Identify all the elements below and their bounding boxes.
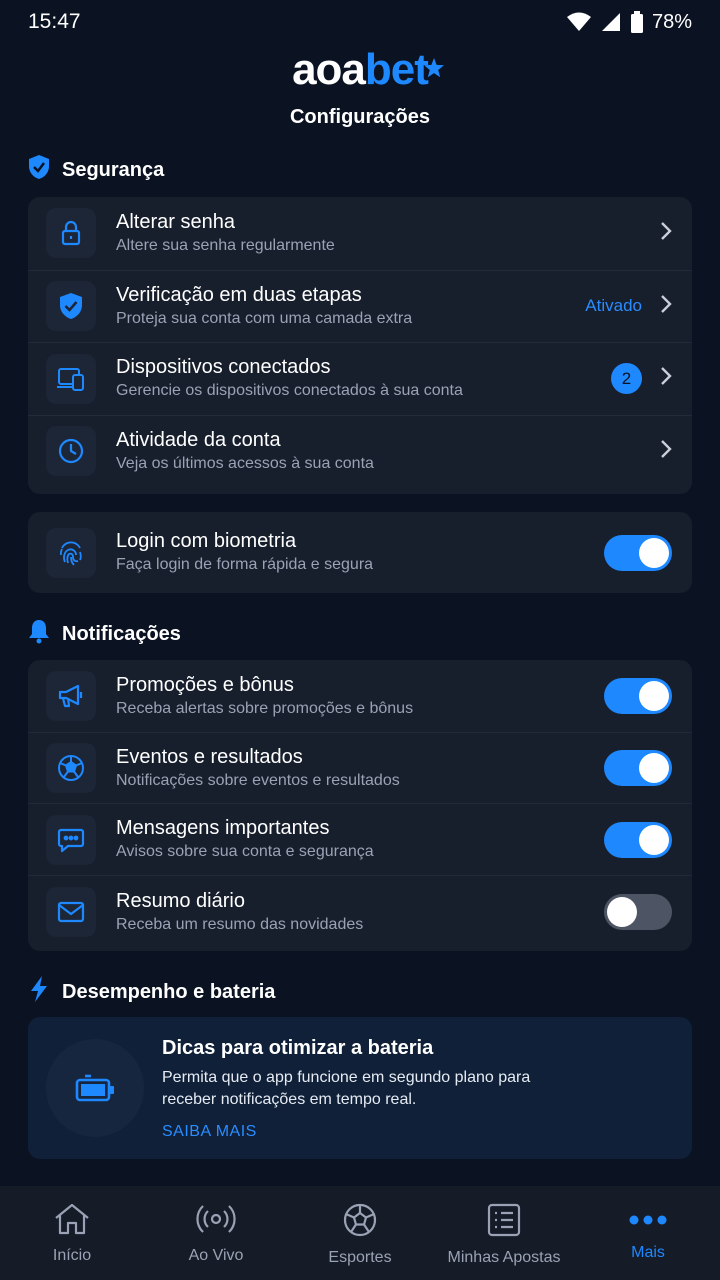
shield-check-icon xyxy=(46,281,96,332)
two-step-verification-row[interactable]: Verificação em duas etapas Proteja sua c… xyxy=(28,269,692,343)
devices-icon xyxy=(46,353,96,404)
brand-logo: aoabet xyxy=(292,45,444,94)
biometric-toggle[interactable] xyxy=(604,534,672,571)
row-title: Eventos e resultados xyxy=(116,745,303,768)
section-performance: Desempenho e bateria xyxy=(28,975,275,1009)
logo-text-accent: bet xyxy=(364,45,429,94)
row-subtitle: Gerencie os dispositivos conectados à su… xyxy=(116,382,463,400)
battery-status-icon xyxy=(630,11,644,33)
connected-devices-row[interactable]: Dispositivos conectados Gerencie os disp… xyxy=(28,342,692,415)
toggle-knob xyxy=(639,681,669,711)
row-subtitle: Receba um resumo das novidades xyxy=(116,915,364,933)
toggle-knob xyxy=(639,537,669,568)
status-label: Ativado xyxy=(585,296,642,316)
messages-toggle[interactable] xyxy=(604,821,672,858)
nav-item-home[interactable]: Início xyxy=(0,1186,144,1280)
biometric-card: Login com biometria Faça login de forma … xyxy=(28,512,692,593)
bell-icon xyxy=(28,618,50,650)
toggle-knob xyxy=(639,753,669,783)
device-count-badge: 2 xyxy=(611,363,642,395)
wifi-icon xyxy=(566,12,592,32)
brand-header: aoabet xyxy=(0,44,720,96)
nav-label: Ao Vivo xyxy=(188,1247,244,1264)
row-title: Verificação em duas etapas xyxy=(116,283,362,306)
promotions-toggle[interactable] xyxy=(604,678,672,714)
notifications-card: Promoções e bônus Receba alertas sobre p… xyxy=(28,660,692,951)
megaphone-icon xyxy=(46,671,96,721)
toggle-knob xyxy=(639,824,669,855)
important-messages-row: Mensagens importantes Avisos sobre sua c… xyxy=(28,803,692,875)
mail-icon xyxy=(46,887,96,937)
nav-label: Minhas Apostas xyxy=(447,1249,561,1266)
cellular-signal-icon xyxy=(600,12,622,32)
nav-label: Esportes xyxy=(328,1249,392,1266)
battery-percentage: 78% xyxy=(651,10,692,33)
chevron-right-icon xyxy=(660,366,672,391)
daily-summary-toggle[interactable] xyxy=(604,894,672,930)
row-subtitle: Veja os últimos acessos à sua conta xyxy=(116,454,374,472)
events-results-row: Eventos e resultados Notificações sobre … xyxy=(28,732,692,803)
account-activity-row[interactable]: Atividade da conta Veja os últimos acess… xyxy=(28,414,692,488)
lightning-icon xyxy=(28,975,50,1009)
section-title: Notificações xyxy=(62,622,181,645)
nav-item-live[interactable]: Ao Vivo xyxy=(144,1186,288,1280)
row-subtitle: Altere sua senha regularmente xyxy=(116,236,335,254)
row-subtitle: Receba alertas sobre promoções e bônus xyxy=(116,699,414,717)
clock-icon xyxy=(46,426,96,477)
chevron-right-icon xyxy=(660,221,672,246)
live-broadcast-icon xyxy=(196,1202,236,1241)
status-time: 15:47 xyxy=(28,10,81,33)
row-title: Dispositivos conectados xyxy=(116,356,331,379)
bet-slip-icon xyxy=(486,1202,522,1243)
row-title: Alterar senha xyxy=(116,210,235,233)
nav-item-sports[interactable]: Esportes xyxy=(288,1186,432,1280)
nav-label: Início xyxy=(52,1247,92,1264)
soccer-ball-icon xyxy=(342,1202,378,1243)
logo-text-primary: aoa xyxy=(292,45,366,94)
row-title: Atividade da conta xyxy=(116,428,281,451)
chevron-right-icon xyxy=(660,439,672,464)
daily-summary-row: Resumo diário Receba um resumo das novid… xyxy=(28,875,692,948)
tip-body: Permita que o app funcione em segundo pl… xyxy=(162,1069,531,1108)
promotions-row: Promoções e bônus Receba alertas sobre p… xyxy=(28,660,692,732)
events-toggle[interactable] xyxy=(604,750,672,786)
nav-item-my-bets[interactable]: Minhas Apostas xyxy=(432,1186,576,1280)
section-security: Segurança xyxy=(28,154,164,186)
row-subtitle: Proteja sua conta com uma camada extra xyxy=(116,309,413,327)
biometric-login-row: Login com biometria Faça login de forma … xyxy=(28,512,692,593)
nav-item-more[interactable]: Mais xyxy=(576,1186,720,1280)
bottom-navigation: Início Ao Vivo Esportes Minhas Apostas M… xyxy=(0,1186,720,1280)
tip-title: Dicas para otimizar a bateria xyxy=(162,1037,434,1059)
change-password-row[interactable]: Alterar senha Altere sua senha regularme… xyxy=(28,197,692,270)
home-icon xyxy=(53,1202,91,1241)
learn-more-link[interactable]: SAIBA MAIS xyxy=(162,1123,257,1141)
row-title: Resumo diário xyxy=(116,889,245,912)
shield-check-icon xyxy=(28,154,50,186)
row-title: Mensagens importantes xyxy=(116,817,330,839)
chevron-right-icon xyxy=(660,294,672,319)
nav-label: Mais xyxy=(631,1244,665,1261)
toggle-knob xyxy=(607,897,637,927)
chat-icon xyxy=(46,814,96,865)
row-subtitle: Avisos sobre sua conta e segurança xyxy=(116,843,374,860)
battery-tip-card: Dicas para otimizar a bateria Permita qu… xyxy=(28,1017,692,1159)
lock-icon xyxy=(46,208,96,259)
more-dots-icon xyxy=(629,1202,667,1238)
row-subtitle: Faça login de forma rápida e segura xyxy=(116,556,374,573)
section-title: Desempenho e bateria xyxy=(62,980,276,1003)
battery-icon xyxy=(46,1039,144,1137)
row-title: Promoções e bônus xyxy=(116,673,294,696)
section-title: Segurança xyxy=(62,158,165,181)
row-title: Login com biometria xyxy=(116,530,297,552)
star-icon xyxy=(423,42,444,86)
row-subtitle: Notificações sobre eventos e resultados xyxy=(116,771,400,789)
section-notifications: Notificações xyxy=(28,618,181,650)
soccer-ball-icon xyxy=(46,743,96,793)
fingerprint-icon xyxy=(46,527,96,578)
security-card: Alterar senha Altere sua senha regularme… xyxy=(28,197,692,494)
page-title: Configurações xyxy=(289,106,431,128)
status-icons: 78% xyxy=(566,11,692,34)
status-bar: 15:47 78% xyxy=(0,0,720,44)
